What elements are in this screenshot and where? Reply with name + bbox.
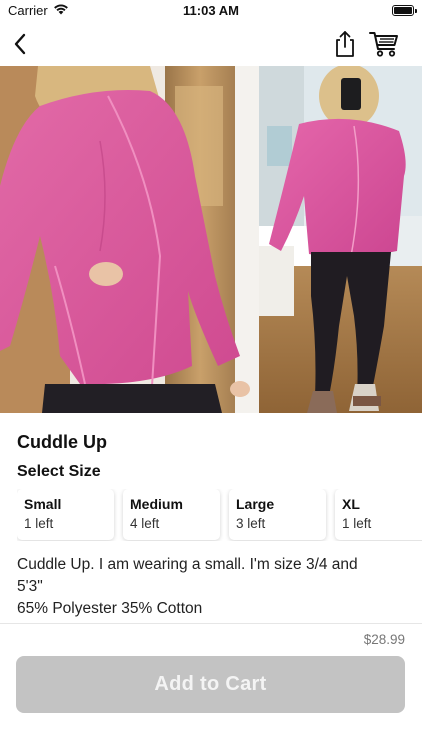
size-stock: 4 left [130,516,160,531]
share-icon [336,31,354,57]
divider [0,623,422,624]
chevron-left-icon [14,33,26,55]
status-time: 11:03 AM [183,3,239,18]
share-button[interactable] [329,28,361,60]
cart-button[interactable] [368,28,400,60]
size-option-large[interactable]: Large 3 left [229,489,326,540]
product-photo-front[interactable] [0,66,259,413]
status-bar: Carrier 11:03 AM [0,0,422,22]
product-description: Cuddle Up. I am wearing a small. I'm siz… [17,554,412,620]
status-right [392,5,417,16]
size-name: Small [24,496,62,512]
size-name: Medium [130,496,183,512]
size-stock: 3 left [236,516,266,531]
add-to-cart-button[interactable]: Add to Cart [16,656,405,713]
description-line: 5'3" [17,578,43,595]
size-option-small[interactable]: Small 1 left [17,489,114,540]
battery-icon [392,5,417,16]
product-image-gallery[interactable] [0,66,422,413]
size-heading: Select Size [17,463,101,480]
product-photo-mirror[interactable] [259,66,422,413]
product-price: $28.99 [363,632,405,647]
size-name: Large [236,496,275,512]
size-options: Small 1 left Medium 4 left Large 3 left … [17,489,422,541]
size-stock: 1 left [342,516,372,531]
nav-bar [0,22,422,66]
shopping-cart-icon [369,32,398,57]
back-button[interactable] [4,28,36,60]
size-stock: 1 left [24,516,54,531]
product-title: Cuddle Up [17,432,107,452]
size-option-medium[interactable]: Medium 4 left [123,489,220,540]
description-line: Cuddle Up. I am wearing a small. I'm siz… [17,556,358,573]
size-name: XL [342,496,360,512]
size-option-xl[interactable]: XL 1 left [335,489,422,540]
description-line: 65% Polyester 35% Cotton [17,600,203,617]
